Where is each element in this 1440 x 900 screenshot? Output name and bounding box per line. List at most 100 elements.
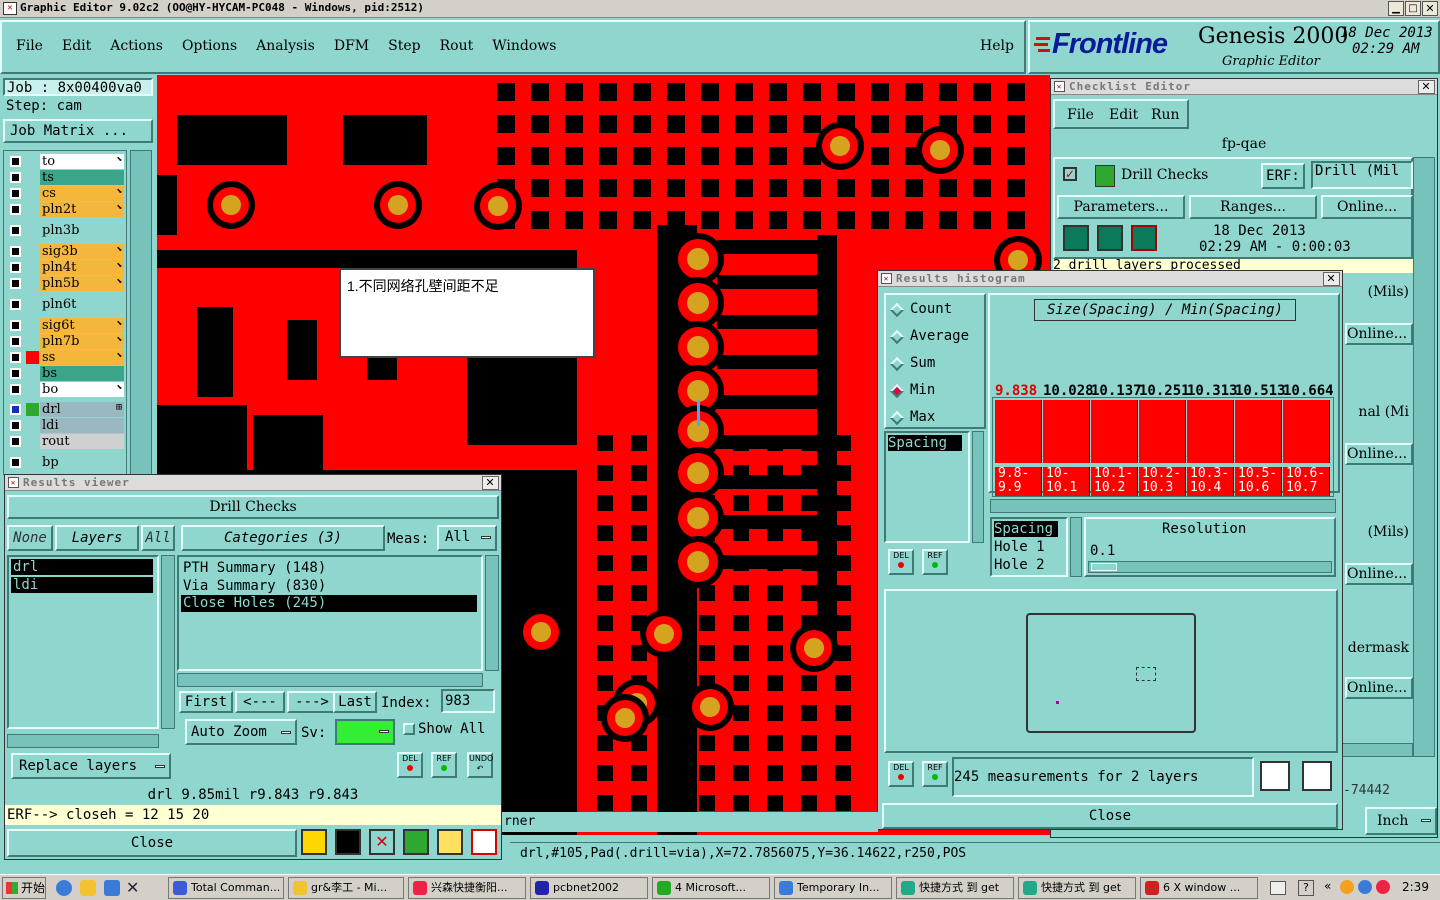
layer-color-swatch[interactable] (26, 383, 39, 396)
meas-dropdown[interactable]: All (437, 525, 497, 551)
taskbar-item[interactable]: pcbnet2002 (530, 877, 648, 899)
tray-expand-icon[interactable]: « (1324, 879, 1331, 893)
layer-row-rout[interactable]: rout (6, 434, 124, 449)
attribute-item-selected[interactable]: Spacing (888, 435, 962, 451)
layer-color-swatch[interactable] (26, 456, 39, 469)
layer-checkbox[interactable] (10, 156, 21, 167)
minimize-button[interactable]: ▁ (1388, 1, 1404, 16)
layer-row-bs[interactable]: bs (6, 366, 124, 381)
layer-color-swatch[interactable] (26, 298, 39, 311)
layer-row-pln3b[interactable]: pln3b (6, 223, 124, 238)
histogram-close-button[interactable]: Close (882, 803, 1338, 829)
layer-checkbox[interactable] (10, 368, 21, 379)
index-input[interactable]: 983 (441, 689, 495, 713)
layer-row-pln5b[interactable]: pln5b ⬊ (6, 276, 124, 291)
ranges-button[interactable]: Ranges... (1189, 195, 1317, 219)
layer-name[interactable]: ldi (40, 418, 124, 433)
layer-checkbox[interactable] (10, 457, 21, 468)
layer-row-pln7b[interactable]: pln7b ⬊ (6, 334, 124, 349)
category-hscroll[interactable] (177, 673, 483, 687)
layer-color-swatch[interactable] (26, 319, 39, 332)
online-button[interactable]: Online... (1321, 195, 1413, 219)
taskbar-item[interactable]: 快捷方式 到 get (1018, 877, 1136, 899)
preview-del-button[interactable]: DEL (888, 761, 914, 787)
layer-color-swatch[interactable] (26, 403, 39, 416)
histogram-bar[interactable] (1283, 400, 1330, 463)
categories-button[interactable]: Categories (3) (181, 525, 385, 551)
checklist-vscroll[interactable] (1413, 157, 1435, 757)
layer-list-hscroll[interactable] (7, 734, 159, 748)
hist-ref-button[interactable]: REF (922, 549, 948, 575)
category-vscroll[interactable] (485, 555, 499, 671)
layer-name[interactable]: pln5b (40, 276, 124, 291)
layer-checkbox[interactable] (10, 278, 21, 289)
layer-checkbox[interactable] (10, 246, 21, 257)
layer-name[interactable]: rout (40, 434, 124, 449)
replace-layers-dropdown[interactable]: Replace layers (11, 753, 171, 779)
histogram-bar[interactable] (995, 400, 1042, 463)
folder-quicklaunch-icon[interactable] (80, 880, 96, 896)
histogram-hscroll[interactable] (990, 499, 1336, 513)
menu-file[interactable]: File (16, 38, 43, 54)
layer-checkbox[interactable] (10, 204, 21, 215)
layer-checkbox[interactable] (10, 225, 21, 236)
layer-row-sig6t[interactable]: sig6t ⬊ (6, 318, 124, 333)
layer-checkbox[interactable] (10, 352, 21, 363)
layer-color-swatch[interactable] (26, 367, 39, 380)
maximize-button[interactable]: □ (1405, 1, 1421, 16)
layer-result-item[interactable]: ldi (11, 577, 153, 593)
layer-row-to[interactable]: to ⬊ (6, 154, 124, 169)
show-all-checkbox[interactable] (403, 723, 415, 735)
layer-result-item[interactable]: drl (11, 559, 153, 575)
mode-radio-max[interactable]: Max (889, 409, 982, 429)
layer-checkbox[interactable] (10, 299, 21, 310)
resolution-slider[interactable] (1088, 561, 1332, 573)
mode-radio-count[interactable]: Count (889, 301, 982, 321)
online-button[interactable]: Online... (1345, 443, 1413, 465)
mode-radio-sum[interactable]: Sum (889, 355, 982, 375)
menu-actions[interactable]: Actions (110, 38, 163, 54)
layer-row-pln2t[interactable]: pln2t ⬊ (6, 202, 124, 217)
taskbar-item[interactable]: 4 Microsoft... (652, 877, 770, 899)
counter-tool-icon[interactable] (403, 829, 429, 855)
layer-checkbox[interactable] (10, 436, 21, 447)
menu-step[interactable]: Step (388, 38, 420, 54)
layer-color-swatch[interactable] (26, 224, 39, 237)
layers-button[interactable]: Layers (55, 525, 139, 551)
category-list[interactable]: PTH Summary (148) Via Summary (830) Clos… (177, 555, 483, 671)
menu-rout[interactable]: Rout (440, 38, 474, 54)
layer-name[interactable]: ts (40, 170, 124, 185)
mode-radio-min[interactable]: Min (889, 382, 982, 402)
tray-icon-1[interactable] (1340, 880, 1354, 894)
parameters-button[interactable]: Parameters... (1057, 195, 1185, 219)
category-item[interactable]: PTH Summary (148) (183, 559, 326, 577)
layer-name[interactable]: pln4t (40, 260, 124, 275)
none-button[interactable]: None (7, 525, 53, 551)
layer-row-pln6t[interactable]: pln6t (6, 297, 124, 312)
undo-button[interactable]: UNDO ↶ (467, 752, 493, 778)
layer-row-pln4t[interactable]: pln4t ⬊ (6, 260, 124, 275)
auto-zoom-dropdown[interactable]: Auto Zoom (185, 719, 297, 745)
taskbar-item[interactable]: 兴森快捷衡阳... (408, 877, 526, 899)
menu-dfm[interactable]: DFM (334, 38, 369, 54)
layer-name[interactable]: cs (40, 186, 124, 201)
ref-button[interactable]: REF (431, 752, 457, 778)
tray-icon-2[interactable] (1358, 880, 1372, 894)
close-window-button[interactable]: ✕ (1422, 1, 1438, 16)
layer-scrollbar[interactable] (130, 150, 152, 475)
sv-color-dropdown[interactable] (335, 719, 395, 745)
checklist-close-icon[interactable]: ✕ (1418, 80, 1435, 94)
layer-color-swatch[interactable] (26, 171, 39, 184)
layer-name[interactable]: sig6t (40, 318, 124, 333)
layer-checkbox[interactable] (10, 172, 21, 183)
layer-name[interactable]: ss (40, 350, 124, 365)
zoom-in-icon[interactable] (1260, 761, 1290, 791)
histogram-bar[interactable] (1187, 400, 1234, 463)
checklist-titlebar[interactable]: Checklist Editor ✕ ✕ (1051, 79, 1437, 95)
layer-row-cs[interactable]: cs ⬊ (6, 186, 124, 201)
layer-checkbox[interactable] (10, 188, 21, 199)
histogram-close-icon[interactable]: ✕ (1323, 272, 1340, 286)
layer-name[interactable]: sig3b (40, 244, 124, 259)
taskbar-item[interactable]: gr&李工 - Mi... (288, 877, 404, 899)
layer-name[interactable]: bs (40, 366, 124, 381)
